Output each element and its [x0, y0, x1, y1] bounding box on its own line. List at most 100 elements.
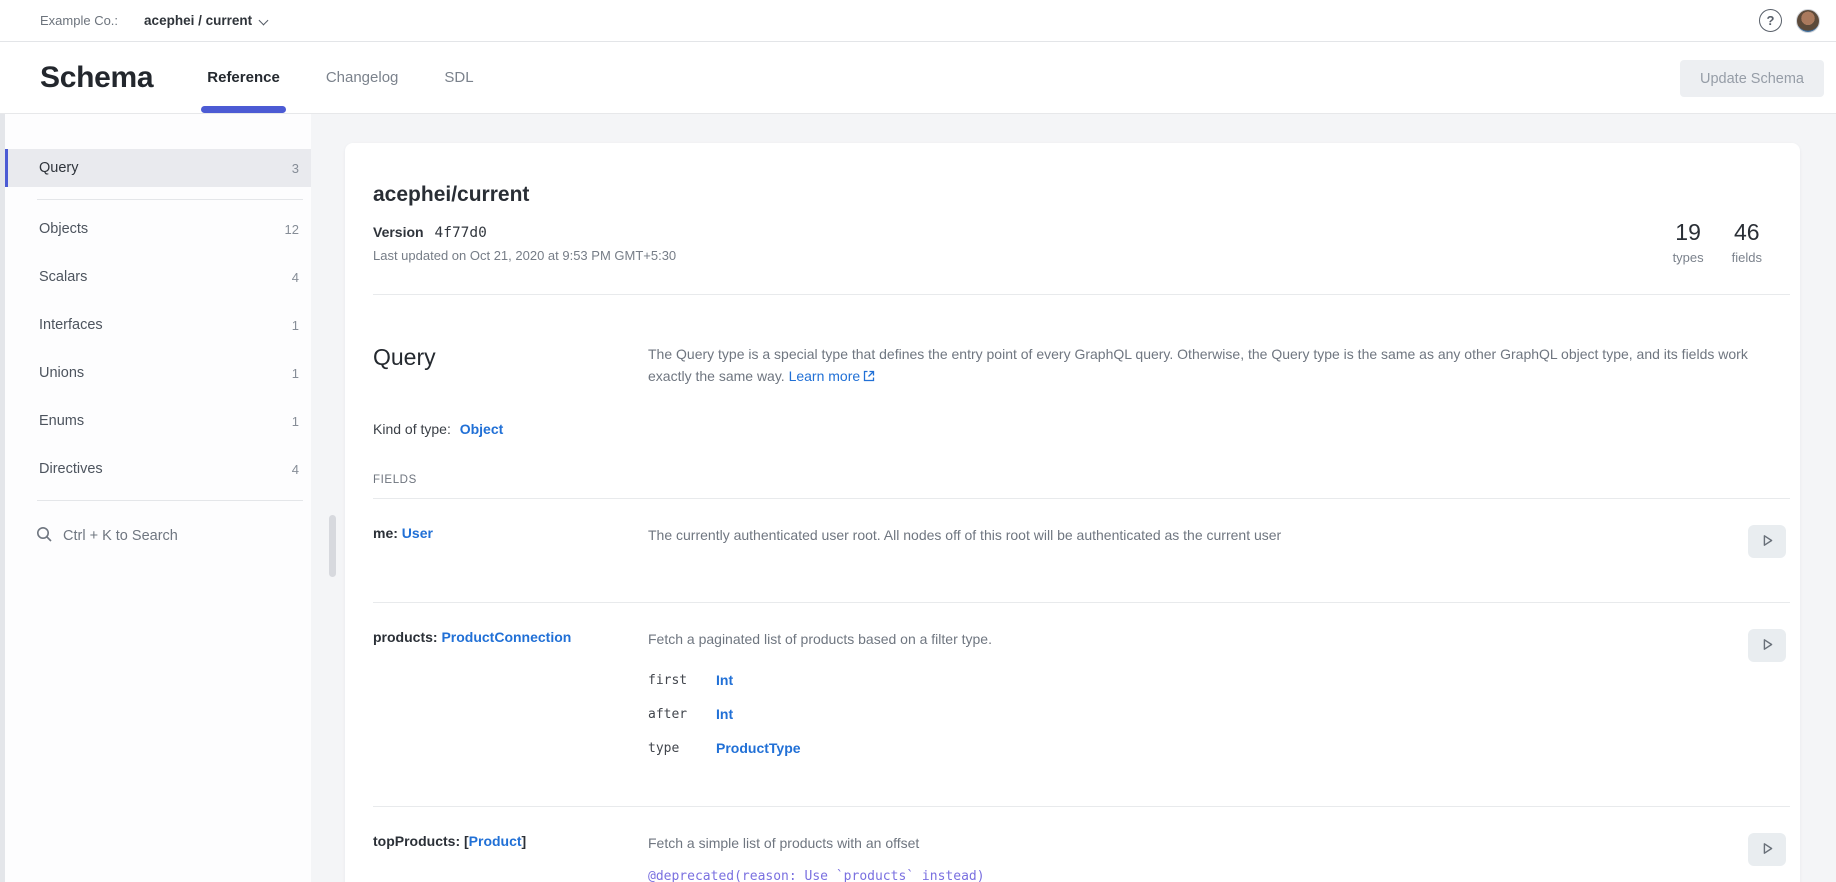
field-description-column: Fetch a simple list of products with an …: [648, 833, 1734, 882]
page-title: Schema: [40, 61, 153, 95]
top-bar: Example Co.: acephei / current ?: [0, 0, 1836, 42]
tab-bar: Reference Changelog SDL: [207, 42, 473, 113]
user-avatar[interactable]: [1796, 9, 1820, 33]
sidebar-item-label: Objects: [39, 221, 88, 237]
sidebar-item-label: Enums: [39, 413, 84, 429]
fields-list: me: UserThe currently authenticated user…: [373, 499, 1790, 882]
argument-row: typeProductType: [648, 734, 1714, 762]
argument-name: type: [648, 741, 716, 756]
kind-value-link[interactable]: Object: [460, 421, 504, 437]
play-icon: [1760, 841, 1775, 859]
kind-label: Kind of type:: [373, 421, 451, 437]
field-name: me: User: [373, 525, 648, 558]
field-row: products: ProductConnectionFetch a pagin…: [373, 603, 1790, 794]
stat-value: 46: [1732, 219, 1762, 246]
tab-changelog[interactable]: Changelog: [326, 42, 399, 113]
tab-reference[interactable]: Reference: [207, 42, 280, 113]
field-actions: [1734, 525, 1790, 558]
field-row: me: UserThe currently authenticated user…: [373, 499, 1790, 590]
sidebar-item-enums[interactable]: Enums 1: [5, 402, 311, 440]
field-description-column: Fetch a paginated list of products based…: [648, 629, 1734, 762]
last-updated-text: Last updated on Oct 21, 2020 at 9:53 PM …: [373, 248, 1790, 263]
field-name-text: products:: [373, 629, 441, 645]
page-header: Schema Reference Changelog SDL Update Sche…: [0, 42, 1836, 114]
field-row: topProducts: [Product]Fetch a simple lis…: [373, 807, 1790, 882]
graph-selector-value: acephei / current: [144, 13, 252, 28]
argument-type-link[interactable]: Int: [716, 672, 733, 688]
sidebar-item-label: Unions: [39, 365, 84, 381]
external-link-icon: [863, 367, 875, 389]
field-description: Fetch a simple list of products with an …: [648, 833, 1714, 854]
graph-title: acephei/current: [373, 183, 1790, 207]
help-button[interactable]: ?: [1759, 9, 1782, 32]
divider: [37, 500, 303, 501]
stat-types: 19 types: [1673, 219, 1704, 265]
field-name-suffix: ]: [522, 833, 527, 849]
sidebar-item-unions[interactable]: Unions 1: [5, 354, 311, 392]
field-name: topProducts: [Product]: [373, 833, 648, 882]
field-description: The currently authenticated user root. A…: [648, 525, 1714, 546]
search-shortcut[interactable]: Ctrl + K to Search: [5, 517, 311, 555]
stat-label: types: [1673, 250, 1704, 265]
sidebar-item-directives[interactable]: Directives 4: [5, 450, 311, 488]
argument-name: first: [648, 673, 716, 688]
sidebar-item-label: Scalars: [39, 269, 87, 285]
type-description: The Query type is a special type that de…: [648, 344, 1780, 388]
search-hint-label: Ctrl + K to Search: [63, 528, 178, 544]
argument-type-link[interactable]: ProductType: [716, 740, 801, 756]
question-mark-icon: ?: [1767, 13, 1775, 28]
field-type-link[interactable]: Product: [469, 833, 522, 849]
sidebar-item-label: Query: [39, 160, 79, 176]
field-type-link[interactable]: User: [402, 525, 433, 541]
stat-label: fields: [1732, 250, 1762, 265]
field-name-text: me:: [373, 525, 402, 541]
field-description-column: The currently authenticated user root. A…: [648, 525, 1734, 558]
sidebar-item-query[interactable]: Query 3: [5, 149, 311, 187]
schema-reference-card: acephei/current Version 4f77d0 Last upda…: [345, 143, 1800, 882]
field-name-text: topProducts: [: [373, 833, 469, 849]
chevron-down-icon: [260, 16, 269, 25]
sidebar-item-count: 1: [292, 318, 299, 333]
stat-fields: 46 fields: [1732, 219, 1762, 265]
sidebar-item-count: 4: [292, 462, 299, 477]
stat-value: 19: [1673, 219, 1704, 246]
sidebar-item-count: 1: [292, 366, 299, 381]
schema-type-sidebar: Query3Objects12Scalars4Interfaces1Unions…: [5, 114, 311, 882]
sidebar-item-scalars[interactable]: Scalars4: [5, 258, 311, 296]
sidebar-item-objects[interactable]: Objects 12: [5, 210, 311, 248]
field-name: products: ProductConnection: [373, 629, 648, 762]
update-schema-button[interactable]: Update Schema: [1680, 60, 1824, 97]
argument-name: after: [648, 707, 716, 722]
run-in-explorer-button[interactable]: [1748, 629, 1786, 662]
graph-selector-dropdown[interactable]: acephei / current: [144, 13, 269, 28]
org-label: Example Co.:: [40, 13, 118, 28]
play-icon: [1760, 533, 1775, 551]
sidebar-item-count: 1: [292, 414, 299, 429]
deprecated-annotation: @deprecated(reason: Use `products` inste…: [648, 869, 1714, 882]
field-type-link[interactable]: ProductConnection: [441, 629, 571, 645]
field-description: Fetch a paginated list of products based…: [648, 629, 1714, 650]
sidebar-item-label: Directives: [39, 461, 103, 477]
run-in-explorer-button[interactable]: [1748, 833, 1786, 866]
search-icon: [36, 526, 53, 547]
scrollbar-thumb[interactable]: [329, 515, 336, 577]
kind-of-type-row: Kind of type: Object: [373, 421, 1790, 437]
tab-sdl[interactable]: SDL: [444, 42, 473, 113]
field-actions: [1734, 629, 1790, 762]
arguments-list: firstIntafterInttypeProductType: [648, 666, 1714, 762]
run-in-explorer-button[interactable]: [1748, 525, 1786, 558]
field-actions: [1734, 833, 1790, 882]
type-name-heading: Query: [373, 344, 648, 388]
fields-section-label: FIELDS: [373, 474, 1790, 486]
argument-type-link[interactable]: Int: [716, 706, 733, 722]
argument-row: afterInt: [648, 700, 1714, 728]
learn-more-label: Learn more: [789, 368, 861, 384]
learn-more-link[interactable]: Learn more: [789, 368, 876, 384]
sidebar-item-interfaces[interactable]: Interfaces 1: [5, 306, 311, 344]
divider: [37, 199, 303, 200]
version-label: Version: [373, 224, 424, 240]
schema-stats: 19 types 46 fields: [1673, 219, 1762, 265]
sidebar-item-count: 3: [292, 161, 299, 176]
sidebar-item-count: 12: [285, 222, 299, 237]
sidebar-item-label: Interfaces: [39, 317, 103, 333]
